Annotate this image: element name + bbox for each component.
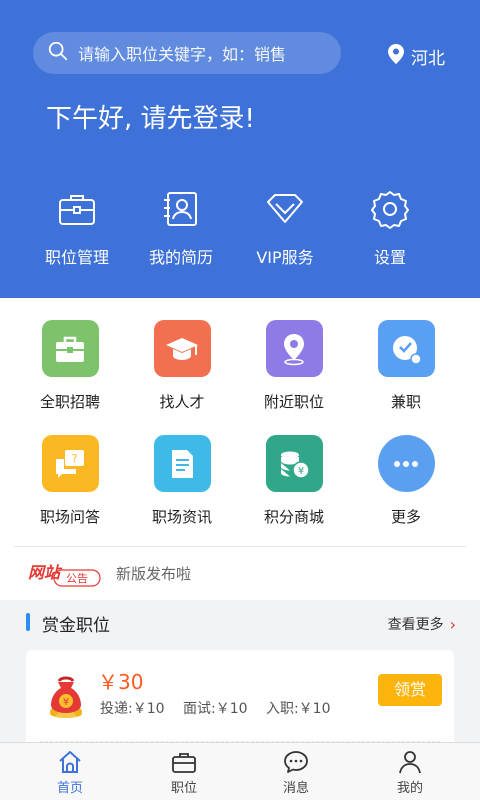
quick-label: 设置 [373,248,406,267]
notice-bar[interactable]: 网站 公告 新版发布啦 [0,546,480,600]
search-icon [47,40,69,66]
grid-nearby-jobs[interactable]: 附近职位 [234,320,354,412]
notice-badge-sub: 公告 [66,572,88,585]
location-pin-icon [265,320,323,377]
graduation-cap-icon [153,320,211,377]
location-label: 河北 [411,49,445,69]
grid-points-mall[interactable]: ¥ 积分商城 [234,435,354,527]
tab-jobs[interactable]: 职位 [124,743,244,800]
grid-label: 找人才 [159,393,205,411]
tab-label: 我的 [396,781,423,796]
quick-label: 我的简历 [148,248,213,267]
notice-text: 新版发布啦 [116,565,192,583]
tab-label: 首页 [56,781,83,796]
home-icon [10,749,130,775]
search-placeholder: 请输入职位关键字，如：销售 [78,45,287,64]
tab-home[interactable]: 首页 [10,743,130,800]
grid-fulltime-recruit[interactable]: 全职招聘 [10,320,130,412]
resume-icon [126,188,236,230]
reward-breakdown: 投递:￥10 面试:￥10 入职:￥10 [100,698,345,718]
quick-job-management[interactable]: 职位管理 [22,188,132,268]
quick-settings[interactable]: 设置 [335,188,445,268]
bottom-tab-bar: 首页 职位 消息 我的 [0,742,480,800]
document-icon [153,435,211,492]
tab-messages[interactable]: 消息 [236,743,356,800]
grid-parttime[interactable]: 兼职 [346,320,466,412]
quick-vip-service[interactable]: VIP服务 [230,188,340,268]
tab-label: 职位 [170,781,197,796]
reward-price: ￥30 [98,670,144,694]
grid-label: 全职招聘 [39,393,100,411]
divider [14,546,466,547]
quick-label: 职位管理 [44,248,109,267]
money-bag-icon: ¥ [42,672,90,720]
money-bag-symbol: ¥ [63,697,69,708]
grid-label: 职场资讯 [151,508,212,526]
gear-icon [335,188,445,230]
grid-label: 职场问答 [39,508,100,526]
function-grid: 全职招聘 找人才 附近职位 兼职 ? 职场问答 职场资讯 ¥ 积分商城 更多 [0,298,480,546]
deliver-reward: 投递:￥10 [100,701,165,717]
grid-label: 附近职位 [263,393,324,411]
tab-profile[interactable]: 我的 [350,743,470,800]
user-icon [350,749,470,775]
grid-more[interactable]: 更多 [346,435,466,527]
qa-bubble-icon: ? [41,435,99,492]
grid-workplace-news[interactable]: 职场资讯 [122,435,242,527]
more-icon [377,435,435,492]
location-selector[interactable]: 河北 [388,44,445,69]
quick-label: VIP服务 [256,248,314,267]
grid-label: 更多 [390,508,421,526]
clock-icon [377,320,435,377]
grid-workplace-qa[interactable]: ? 职场问答 [10,435,130,527]
briefcase-icon [22,188,132,230]
section-title: 赏金职位 [42,616,110,636]
interview-reward: 面试:￥10 [182,701,248,717]
coins-icon: ¥ [265,435,323,492]
grid-find-talent[interactable]: 找人才 [122,320,242,412]
briefcase-icon [41,320,99,377]
claim-reward-button[interactable]: 领赏 [378,674,442,706]
greeting-text[interactable]: 下午好, 请先登录! [46,98,255,135]
diamond-icon [230,188,340,230]
search-bar[interactable]: 请输入职位关键字，如：销售 [33,32,341,74]
reward-job-card[interactable]: ¥ ￥30 投递:￥10 面试:￥10 入职:￥10 领赏 [26,650,454,750]
location-pin-icon [388,44,411,69]
notice-badge-main: 网站 [28,563,63,582]
grid-label: 积分商城 [263,508,324,526]
briefcase-icon [124,749,244,775]
tab-label: 消息 [282,781,309,796]
reward-section-header: 赏金职位 查看更多 › [0,600,480,646]
grid-label: 兼职 [390,393,421,411]
onboard-reward: 入职:￥10 [265,701,331,717]
message-icon [236,749,356,775]
header: 请输入职位关键字，如：销售 河北 下午好, 请先登录! 职位管理 我的简历 VI… [0,0,480,298]
site-notice-badge: 网站 公告 [26,558,102,588]
view-more-link[interactable]: 查看更多 › [388,614,456,634]
chevron-right-icon: › [449,614,456,634]
view-more-label: 查看更多 [387,617,444,633]
quick-my-resume[interactable]: 我的简历 [126,188,236,268]
section-accent-bar [26,613,30,631]
svg-text:?: ? [72,452,78,465]
svg-text:¥: ¥ [298,466,304,477]
